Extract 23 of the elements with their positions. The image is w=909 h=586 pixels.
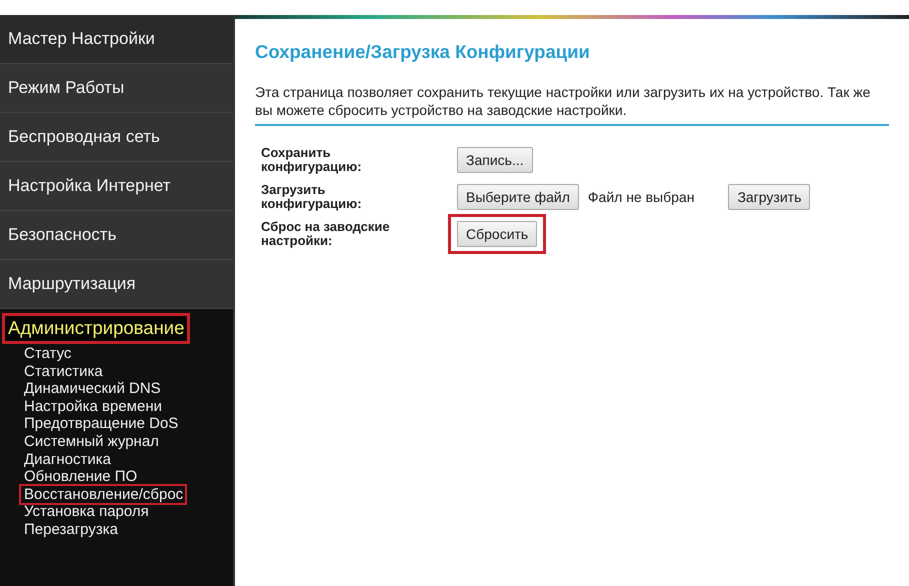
field-label: Загрузить конфигурацию: [261,183,363,211]
submenu-item[interactable]: Статус [24,345,72,363]
field-label: Сброс на заводские настройки: [261,220,391,248]
submenu-item[interactable]: Настройка времени [24,398,162,416]
submenu-item[interactable]: Перезагрузка [24,520,118,539]
submenu-item[interactable]: Установка пароля [24,503,149,521]
submenu-item[interactable]: Восстановление/сброс [21,486,186,504]
submenu-item[interactable]: Статистика [24,362,103,380]
sidebar-item[interactable]: Безопасность [8,225,116,245]
description-text: Эта страница позволяет сохранить текущие настройки или загрузить их на устройство. Так же вы можете сбросить устройство на заводские настройки. [255,83,889,126]
submenu-item[interactable]: Обновление ПО [24,468,138,486]
button[interactable]: Загрузить [728,184,810,210]
button[interactable]: Выберите файл [457,184,579,210]
sidebar-item[interactable]: Администрирование [5,316,188,341]
submenu-item[interactable]: Динамический DNS [24,380,161,398]
submenu-item[interactable]: Диагностика [24,450,111,468]
submenu-item[interactable]: Системный журнал [24,432,159,451]
submenu-item[interactable]: Предотвращение DoS [24,415,178,433]
page-title: Сохранение/Загрузка Конфигурации [255,41,591,63]
file-status-text: Файл не выбран [588,189,694,205]
button[interactable]: Запись... [457,147,533,173]
button[interactable]: Сбросить [457,221,538,247]
field-label: Сохранить конфигурацию: [261,146,363,174]
